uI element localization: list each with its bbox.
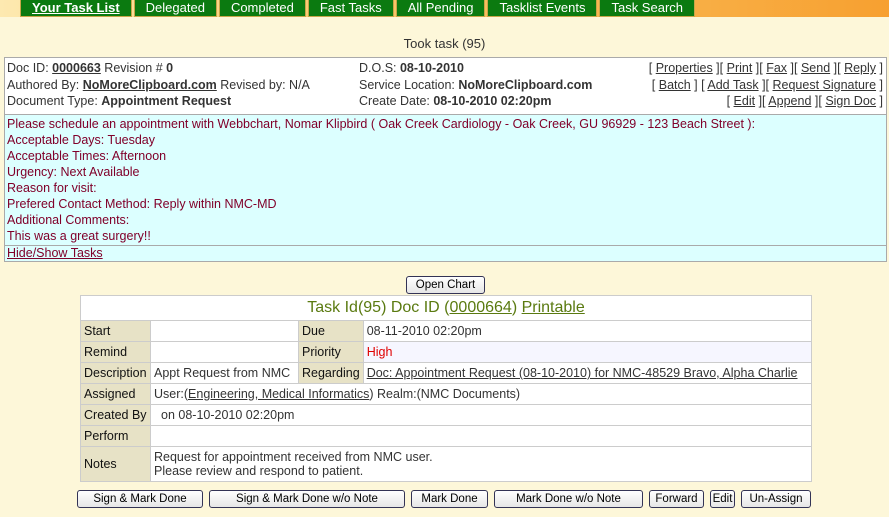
printable-link[interactable]: Printable bbox=[522, 299, 585, 316]
body-line: Prefered Contact Method: Reply within NM… bbox=[7, 197, 277, 211]
print-link[interactable]: Print bbox=[727, 61, 753, 75]
task-table: Task Id(95) Doc ID (0000664) Printable S… bbox=[80, 295, 812, 482]
open-chart-button[interactable]: Open Chart bbox=[406, 276, 485, 294]
hide-show-tasks-link[interactable]: Hide/Show Tasks bbox=[7, 246, 103, 260]
location-label: Service Location: bbox=[359, 77, 459, 92]
revised-by: Revised by: N/A bbox=[216, 77, 310, 92]
sign-doc-link[interactable]: Sign Doc bbox=[825, 94, 876, 108]
revision-value: 0 bbox=[166, 61, 174, 75]
start-value bbox=[151, 321, 298, 341]
doc-type-label: Document Type: bbox=[7, 94, 102, 108]
doc-type-value: Appointment Request bbox=[101, 94, 232, 108]
reply-link[interactable]: Reply bbox=[844, 61, 876, 75]
sign-mark-done-button[interactable]: Sign & Mark Done bbox=[77, 490, 203, 508]
fax-link[interactable]: Fax bbox=[766, 61, 787, 75]
edit-link[interactable]: Edit bbox=[734, 94, 756, 108]
batch-link[interactable]: Batch bbox=[659, 78, 691, 92]
document-body: Please schedule an appointment with Webb… bbox=[5, 114, 886, 245]
start-label: Start bbox=[81, 321, 150, 341]
send-link[interactable]: Send bbox=[801, 61, 830, 75]
due-value: 08-11-2010 02:20pm bbox=[363, 321, 811, 341]
body-line: This was a great surgery!! bbox=[7, 229, 151, 243]
authored-label: Authored By: bbox=[7, 77, 83, 92]
description-label: Description bbox=[81, 363, 150, 383]
edit-button[interactable]: Edit bbox=[710, 490, 735, 508]
tab-all-pending[interactable]: All Pending bbox=[395, 0, 486, 17]
append-link[interactable]: Append bbox=[768, 94, 811, 108]
doc-id-link[interactable]: 0000663 bbox=[52, 61, 101, 75]
assigned-user-link[interactable]: Engineering, Medical Informatics bbox=[188, 387, 369, 401]
remind-label: Remind bbox=[81, 342, 150, 362]
properties-link[interactable]: Properties bbox=[656, 61, 713, 75]
task-doc-id-link[interactable]: 0000664 bbox=[450, 299, 512, 316]
created-by-value: on 08-10-2010 02:20pm bbox=[151, 405, 811, 425]
body-line: Reason for visit: bbox=[7, 181, 97, 195]
status-message: Took task (95) bbox=[403, 36, 486, 51]
description-value: Appt Request from NMC bbox=[151, 363, 298, 383]
author-link[interactable]: NoMoreClipboard.com bbox=[83, 78, 217, 92]
tab-fast-tasks[interactable]: Fast Tasks bbox=[307, 0, 394, 17]
perform-label: Perform bbox=[81, 426, 150, 446]
tab-completed[interactable]: Completed bbox=[218, 0, 306, 17]
revision-label: Revision # bbox=[100, 61, 167, 75]
location-value: NoMoreClipboard.com bbox=[458, 77, 593, 92]
request-signature-link[interactable]: Request Signature bbox=[773, 78, 877, 92]
body-line: Additional Comments: bbox=[7, 213, 130, 227]
body-line: Acceptable Days: Tuesday bbox=[7, 133, 155, 147]
document-panel: Doc ID: 0000663 Revision # 0 Authored By… bbox=[4, 57, 887, 262]
mark-done-no-note-button[interactable]: Mark Done w/o Note bbox=[494, 490, 643, 508]
task-title: Task Id(95) Doc ID (0000664) Printable bbox=[81, 296, 811, 320]
body-line: Please schedule an appointment with Webb… bbox=[7, 117, 756, 131]
create-date-value: 08-10-2010 02:20pm bbox=[433, 94, 552, 108]
tab-delegated[interactable]: Delegated bbox=[133, 0, 217, 17]
task-actions: Sign & Mark Done Sign & Mark Done w/o No… bbox=[77, 490, 811, 508]
doc-id-label: Doc ID: bbox=[7, 61, 53, 75]
remind-value bbox=[151, 342, 298, 362]
notes-label: Notes bbox=[81, 447, 150, 481]
body-line: Urgency: Next Available bbox=[7, 165, 140, 179]
sign-mark-done-no-note-button[interactable]: Sign & Mark Done w/o Note bbox=[209, 490, 405, 508]
notes-value: Request for appointment received from NM… bbox=[151, 447, 811, 481]
tab-your-task-list[interactable]: Your Task List bbox=[20, 0, 132, 17]
add-task-link[interactable]: Add Task bbox=[707, 78, 758, 92]
forward-button[interactable]: Forward bbox=[649, 490, 704, 508]
tab-tasklist-events[interactable]: Tasklist Events bbox=[487, 0, 598, 17]
create-date-label: Create Date: bbox=[359, 94, 434, 108]
perform-value bbox=[151, 426, 811, 446]
assigned-label: Assigned bbox=[81, 384, 150, 404]
dos-label: D.O.S: bbox=[359, 61, 400, 75]
un-assign-button[interactable]: Un-Assign bbox=[741, 490, 811, 508]
regarding-label: Regarding bbox=[299, 363, 363, 383]
mark-done-button[interactable]: Mark Done bbox=[411, 490, 488, 508]
created-by-label: Created By bbox=[81, 405, 150, 425]
priority-label: Priority bbox=[299, 342, 363, 362]
dos-value: 08-10-2010 bbox=[399, 61, 464, 75]
tab-task-search[interactable]: Task Search bbox=[599, 0, 696, 17]
body-line: Acceptable Times: Afternoon bbox=[7, 149, 167, 163]
priority-value: High bbox=[363, 342, 811, 362]
due-label: Due bbox=[299, 321, 363, 341]
tab-bar: Your Task List Delegated Completed Fast … bbox=[0, 0, 889, 17]
regarding-link[interactable]: Doc: Appointment Request (08-10-2010) fo… bbox=[367, 366, 798, 380]
